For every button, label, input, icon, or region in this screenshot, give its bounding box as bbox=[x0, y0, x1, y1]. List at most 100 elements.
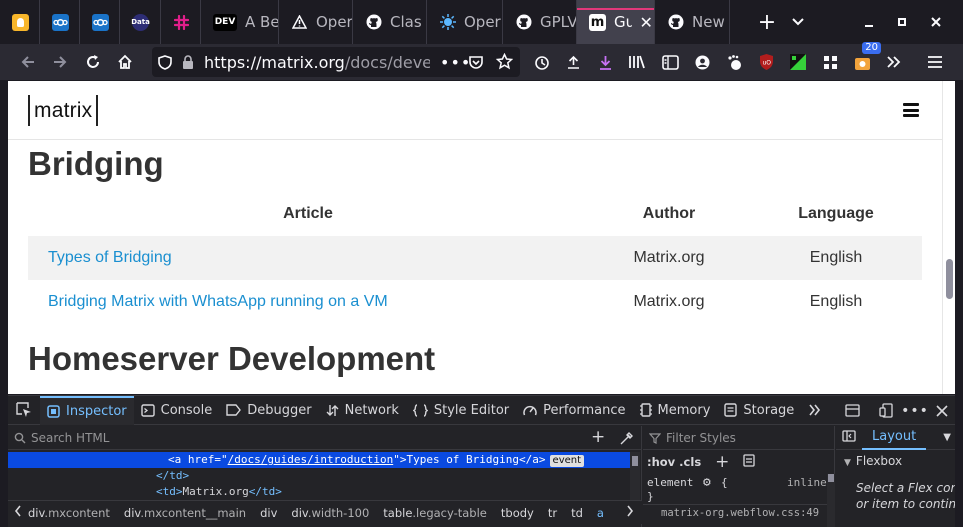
home-button[interactable] bbox=[110, 47, 140, 77]
breadcrumb-item[interactable]: tbody bbox=[501, 506, 534, 520]
extension-ublock-button[interactable]: uO bbox=[751, 47, 781, 77]
tab-debugger[interactable]: Debugger bbox=[219, 396, 318, 425]
breadcrumb-item[interactable]: div.mxcontent bbox=[28, 506, 110, 520]
minimize-button[interactable] bbox=[855, 6, 883, 38]
filter-styles-input[interactable]: Filter Styles bbox=[643, 426, 835, 450]
browser-tab[interactable] bbox=[0, 0, 40, 44]
close-tab-icon[interactable]: ✕ bbox=[638, 13, 654, 32]
app-menu-button[interactable] bbox=[920, 47, 950, 77]
split-console-button[interactable] bbox=[842, 396, 862, 425]
scrollbar-thumb[interactable] bbox=[632, 456, 638, 466]
more-sidebar-tabs-button[interactable]: ▼ bbox=[943, 432, 951, 443]
markup-node[interactable]: </td> bbox=[8, 468, 630, 484]
add-rule-button[interactable]: + bbox=[715, 452, 729, 472]
reload-button[interactable] bbox=[78, 47, 108, 77]
extension-counter-button[interactable]: 20 bbox=[847, 42, 881, 77]
browser-tab[interactable] bbox=[161, 0, 201, 44]
markup-node[interactable]: <td>Matrix.org</td> bbox=[8, 484, 630, 500]
responsive-design-button[interactable] bbox=[876, 396, 896, 425]
bookmark-star-icon[interactable] bbox=[495, 52, 514, 74]
tab-performance[interactable]: Performance bbox=[516, 396, 632, 425]
browser-tab[interactable]: New bbox=[655, 0, 730, 44]
extension-upload-button[interactable] bbox=[558, 47, 588, 77]
browser-tab[interactable]: Data bbox=[120, 0, 161, 44]
page-scrollbar[interactable] bbox=[942, 81, 955, 394]
breadcrumb-item[interactable]: a bbox=[597, 506, 604, 520]
article-link[interactable]: Types of Bridging bbox=[28, 236, 588, 280]
breadcrumb-item[interactable]: tr bbox=[548, 506, 557, 520]
browser-tab[interactable]: Oper bbox=[279, 0, 353, 44]
hov-cls-toggle[interactable]: :hov .cls bbox=[647, 455, 701, 469]
markup-node-selected[interactable]: <a href="/docs/guides/introduction">Type… bbox=[8, 452, 630, 468]
article-link[interactable]: Bridging Matrix with WhatsApp running on… bbox=[28, 280, 588, 324]
element-picker-button[interactable] bbox=[8, 396, 40, 425]
extension-matrix-button[interactable] bbox=[783, 47, 813, 77]
browser-tab[interactable]: GPLV bbox=[503, 0, 577, 44]
event-badge[interactable]: event bbox=[549, 455, 585, 467]
flexbox-section-header[interactable]: ▼ Flexbox bbox=[844, 454, 902, 468]
maximize-button[interactable] bbox=[888, 6, 916, 38]
tab-console[interactable]: Console bbox=[134, 396, 220, 425]
browser-tab[interactable] bbox=[80, 0, 120, 44]
breadcrumb-scroll-right-button[interactable] bbox=[626, 505, 634, 520]
library-button[interactable] bbox=[622, 47, 652, 77]
filter-styles-placeholder: Filter Styles bbox=[666, 430, 736, 445]
close-window-button[interactable] bbox=[922, 6, 950, 38]
browser-tab[interactable]: DEV A Be bbox=[201, 0, 279, 44]
breadcrumb-item[interactable]: table.legacy-table bbox=[383, 506, 487, 520]
matrix-logo[interactable]: matrix bbox=[28, 95, 99, 126]
breadcrumb-item[interactable]: td bbox=[571, 506, 583, 520]
scrollbar-thumb[interactable] bbox=[828, 474, 834, 482]
markup-attr-value[interactable]: /docs/guides/introduction bbox=[228, 453, 394, 466]
extension-gnome-button[interactable] bbox=[719, 47, 749, 77]
browser-tab[interactable]: m Gu ✕ bbox=[577, 0, 655, 44]
breadcrumb-item[interactable]: div bbox=[260, 506, 277, 520]
browser-tab[interactable] bbox=[40, 0, 80, 44]
search-html-input[interactable]: Search HTML + bbox=[8, 426, 642, 450]
tab-memory[interactable]: Memory bbox=[633, 396, 718, 425]
forward-button[interactable] bbox=[45, 47, 75, 77]
markup-tag-open: <td> bbox=[156, 485, 183, 498]
lock-icon[interactable] bbox=[178, 55, 198, 69]
print-media-button[interactable] bbox=[743, 454, 756, 470]
browser-tab[interactable]: Oper bbox=[427, 0, 503, 44]
breadcrumb-scroll-left-button[interactable] bbox=[14, 505, 22, 520]
devtools-options-button[interactable]: ••• bbox=[901, 396, 928, 425]
extension-puzzle-button[interactable] bbox=[815, 47, 845, 77]
toggle-sidebar-button[interactable] bbox=[842, 429, 856, 446]
stylesheet-source-link[interactable]: matrix-org.webflow.css:49 bbox=[661, 507, 819, 519]
tab-storage[interactable]: Storage bbox=[717, 396, 801, 425]
back-button[interactable] bbox=[13, 47, 43, 77]
tab-layout[interactable]: Layout bbox=[862, 426, 927, 450]
new-tab-button[interactable]: + bbox=[752, 6, 782, 38]
rules-scrollbar[interactable] bbox=[827, 474, 835, 527]
eyedropper-button[interactable] bbox=[619, 431, 633, 450]
close-devtools-button[interactable] bbox=[932, 396, 952, 425]
gear-icon[interactable]: ⚙ bbox=[703, 475, 711, 490]
tab-inspector[interactable]: Inspector bbox=[40, 395, 134, 425]
tab-label: Storage bbox=[743, 402, 795, 418]
add-node-button[interactable]: + bbox=[591, 427, 605, 447]
breadcrumb-item[interactable]: div.width-100 bbox=[291, 506, 369, 520]
browser-tab[interactable]: Clas bbox=[353, 0, 427, 44]
address-bar[interactable]: https://matrix.org/docs/deve ••• bbox=[152, 47, 520, 77]
tab-network[interactable]: Network bbox=[319, 396, 406, 425]
url-text[interactable]: https://matrix.org/docs/deve bbox=[204, 53, 430, 72]
list-all-tabs-button[interactable] bbox=[784, 6, 812, 38]
scrollbar-thumb[interactable] bbox=[946, 259, 953, 299]
more-devtools-tabs-button[interactable] bbox=[801, 396, 829, 425]
sidebar-button[interactable] bbox=[655, 47, 685, 77]
account-button[interactable] bbox=[687, 47, 717, 77]
rules-view: Filter Styles :hov .cls + element ⚙ { in… bbox=[643, 426, 835, 527]
history-button[interactable] bbox=[526, 47, 556, 77]
downloads-button[interactable] bbox=[590, 47, 620, 77]
markup-scrollbar[interactable] bbox=[630, 452, 640, 500]
tab-style-editor[interactable]: Style Editor bbox=[406, 396, 516, 425]
breadcrumb-item[interactable]: div.mxcontent__main bbox=[124, 506, 246, 520]
pocket-icon[interactable] bbox=[468, 54, 484, 74]
breadcrumb-class: .legacy-table bbox=[412, 505, 487, 520]
site-menu-button[interactable] bbox=[903, 103, 919, 117]
page-actions-menu-icon[interactable]: ••• bbox=[440, 53, 471, 72]
tracking-protection-shield-icon[interactable] bbox=[152, 54, 178, 70]
more-tools-button[interactable] bbox=[879, 47, 909, 77]
